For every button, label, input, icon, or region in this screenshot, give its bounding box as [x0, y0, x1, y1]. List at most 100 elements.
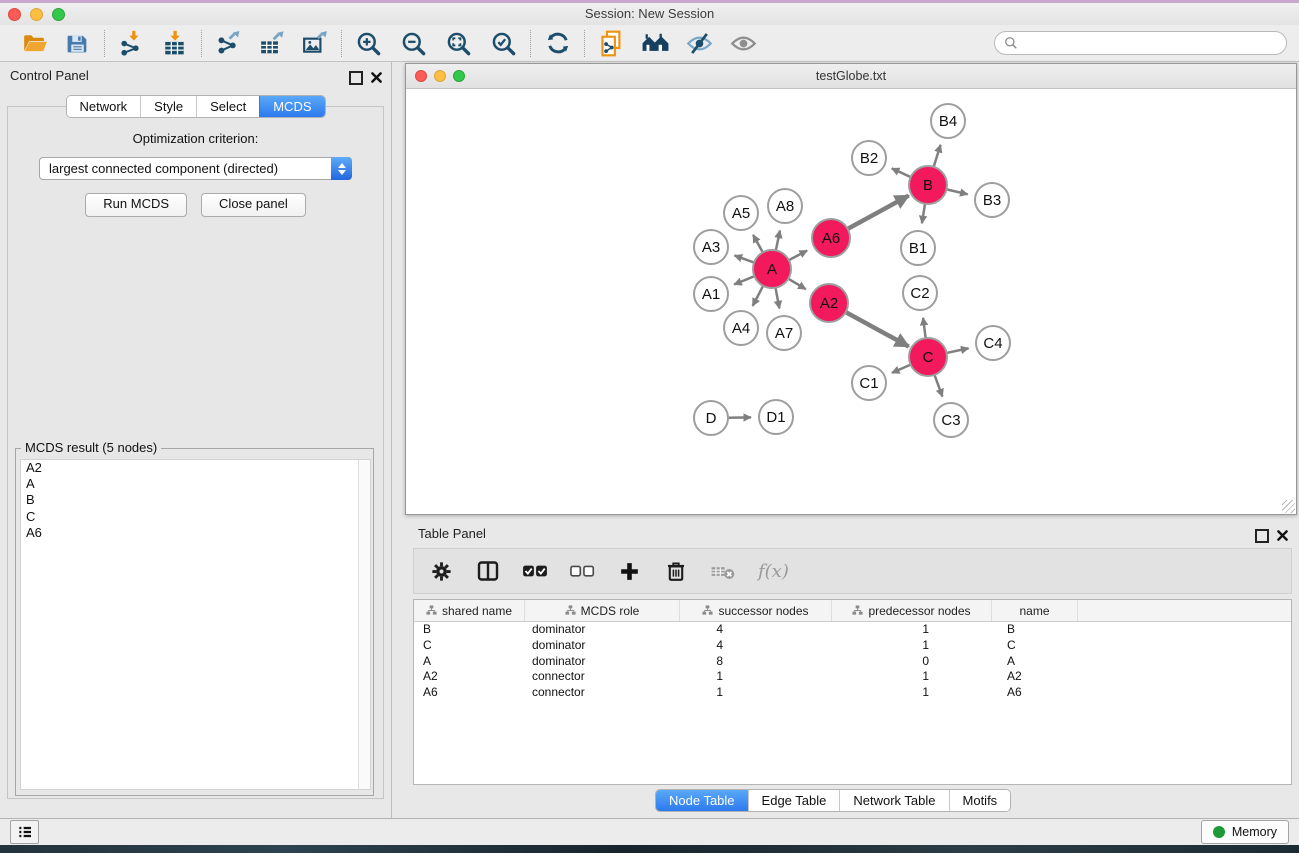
column-header-name[interactable]: name	[991, 600, 1077, 621]
graph-node-B[interactable]: B	[909, 166, 947, 204]
settings-icon[interactable]	[427, 557, 455, 585]
cell-MCDS-role[interactable]: dominator	[524, 654, 679, 670]
delete-column-icon[interactable]	[662, 557, 690, 585]
home-icon[interactable]	[642, 30, 669, 57]
function-builder-icon[interactable]: f(x)	[756, 561, 789, 582]
graph-node-D[interactable]: D	[694, 401, 728, 435]
float-panel-icon[interactable]	[349, 71, 363, 85]
cell-name[interactable]: C	[991, 638, 1077, 654]
cell-name[interactable]: B	[991, 622, 1077, 638]
column-header-shared-name[interactable]: shared name	[414, 600, 524, 621]
cell-successor-nodes[interactable]: 4	[679, 638, 831, 654]
column-header-predecessor-nodes[interactable]: predecessor nodes	[831, 600, 991, 621]
table-row[interactable]: A6connector11A6	[414, 685, 1291, 701]
graph-node-A[interactable]: A	[753, 250, 791, 288]
result-list-scrollbar[interactable]	[358, 459, 371, 790]
task-history-button[interactable]	[10, 820, 39, 844]
show-graphics-icon[interactable]	[730, 30, 757, 57]
edge-A-A4[interactable]	[753, 285, 764, 306]
cell-predecessor-nodes[interactable]: 1	[831, 685, 991, 701]
table-row[interactable]: A2connector11A2	[414, 669, 1291, 685]
cell-predecessor-nodes[interactable]: 1	[831, 669, 991, 685]
graph-node-B2[interactable]: B2	[852, 141, 886, 175]
edge-C-C4[interactable]	[946, 348, 969, 353]
edge-A2-C[interactable]	[845, 312, 909, 347]
criterion-dropdown[interactable]: largest connected component (directed)	[39, 157, 352, 180]
search-box[interactable]	[994, 31, 1287, 55]
edge-B-B2[interactable]	[892, 168, 912, 177]
zoom-out-icon[interactable]	[400, 30, 427, 57]
search-input[interactable]	[1024, 35, 1277, 52]
zoom-window-button[interactable]	[52, 8, 65, 21]
edge-A-A3[interactable]	[735, 255, 756, 262]
graph-node-D1[interactable]: D1	[759, 400, 793, 434]
delete-table-icon[interactable]	[709, 557, 737, 585]
graph-node-A3[interactable]: A3	[694, 230, 728, 264]
edge-B-B4[interactable]	[933, 145, 940, 168]
cell-predecessor-nodes[interactable]: 1	[831, 622, 991, 638]
edge-C-C2[interactable]	[923, 318, 926, 339]
import-network-icon[interactable]	[118, 30, 145, 57]
table-row[interactable]: Cdominator41C	[414, 638, 1291, 654]
graph-node-A8[interactable]: A8	[768, 189, 802, 223]
cell-MCDS-role[interactable]: dominator	[524, 638, 679, 654]
refresh-layout-icon[interactable]	[544, 30, 571, 57]
edge-A-A7[interactable]	[775, 287, 779, 309]
edge-A6-B[interactable]	[847, 196, 909, 230]
cell-name[interactable]: A6	[991, 685, 1077, 701]
split-columns-icon[interactable]	[474, 557, 502, 585]
tab-style[interactable]: Style	[140, 96, 196, 117]
minimize-window-button[interactable]	[30, 8, 43, 21]
tab-select[interactable]: Select	[196, 96, 259, 117]
tab-motifs[interactable]: Motifs	[949, 790, 1011, 811]
close-table-panel-icon[interactable]	[1275, 528, 1289, 542]
result-list-item[interactable]: B	[21, 492, 358, 508]
edge-A-A2[interactable]	[787, 278, 805, 289]
open-session-icon[interactable]	[21, 30, 48, 57]
save-session-icon[interactable]	[64, 30, 91, 57]
run-mcds-button[interactable]: Run MCDS	[85, 193, 187, 217]
cell-successor-nodes[interactable]: 1	[679, 685, 831, 701]
cell-MCDS-role[interactable]: connector	[524, 669, 679, 685]
zoom-fit-icon[interactable]	[445, 30, 472, 57]
duplicate-network-icon[interactable]	[598, 30, 625, 57]
graph-node-C[interactable]: C	[909, 338, 947, 376]
add-column-icon[interactable]	[615, 557, 643, 585]
cell-successor-nodes[interactable]: 4	[679, 622, 831, 638]
select-all-columns-icon[interactable]	[521, 557, 549, 585]
zoom-selected-icon[interactable]	[490, 30, 517, 57]
result-list-item[interactable]: A6	[21, 525, 358, 541]
cell-shared-name[interactable]: C	[414, 638, 524, 654]
graph-node-C4[interactable]: C4	[976, 326, 1010, 360]
resize-grip-icon[interactable]	[1282, 500, 1295, 513]
table-row[interactable]: Bdominator41B	[414, 622, 1291, 638]
tab-node-table[interactable]: Node Table	[656, 790, 748, 811]
graph-node-A6[interactable]: A6	[812, 219, 850, 257]
export-image-icon[interactable]	[301, 30, 328, 57]
graph-node-A5[interactable]: A5	[724, 196, 758, 230]
edge-A-A5[interactable]	[753, 235, 763, 253]
graph-node-A4[interactable]: A4	[724, 311, 758, 345]
result-list-item[interactable]: A2	[21, 460, 358, 476]
deselect-all-columns-icon[interactable]	[568, 557, 596, 585]
graph-node-C2[interactable]: C2	[903, 276, 937, 310]
table-row[interactable]: Adominator80A	[414, 654, 1291, 670]
memory-button[interactable]: Memory	[1201, 820, 1289, 844]
export-table-icon[interactable]	[258, 30, 285, 57]
export-network-icon[interactable]	[215, 30, 242, 57]
graph-node-C3[interactable]: C3	[934, 403, 968, 437]
column-header-MCDS-role[interactable]: MCDS role	[524, 600, 679, 621]
result-list-item[interactable]: A	[21, 476, 358, 492]
graph-node-A7[interactable]: A7	[767, 316, 801, 350]
tab-network[interactable]: Network	[66, 96, 140, 117]
close-panel-button[interactable]: Close panel	[201, 193, 306, 217]
tab-edge-table[interactable]: Edge Table	[748, 790, 840, 811]
graph-node-A2[interactable]: A2	[810, 284, 848, 322]
cell-successor-nodes[interactable]: 1	[679, 669, 831, 685]
cell-shared-name[interactable]: B	[414, 622, 524, 638]
edge-B-B3[interactable]	[946, 189, 968, 194]
cell-shared-name[interactable]: A	[414, 654, 524, 670]
hide-graphics-icon[interactable]	[686, 30, 713, 57]
graph-node-C1[interactable]: C1	[852, 366, 886, 400]
network-minimize-button[interactable]	[434, 70, 446, 82]
